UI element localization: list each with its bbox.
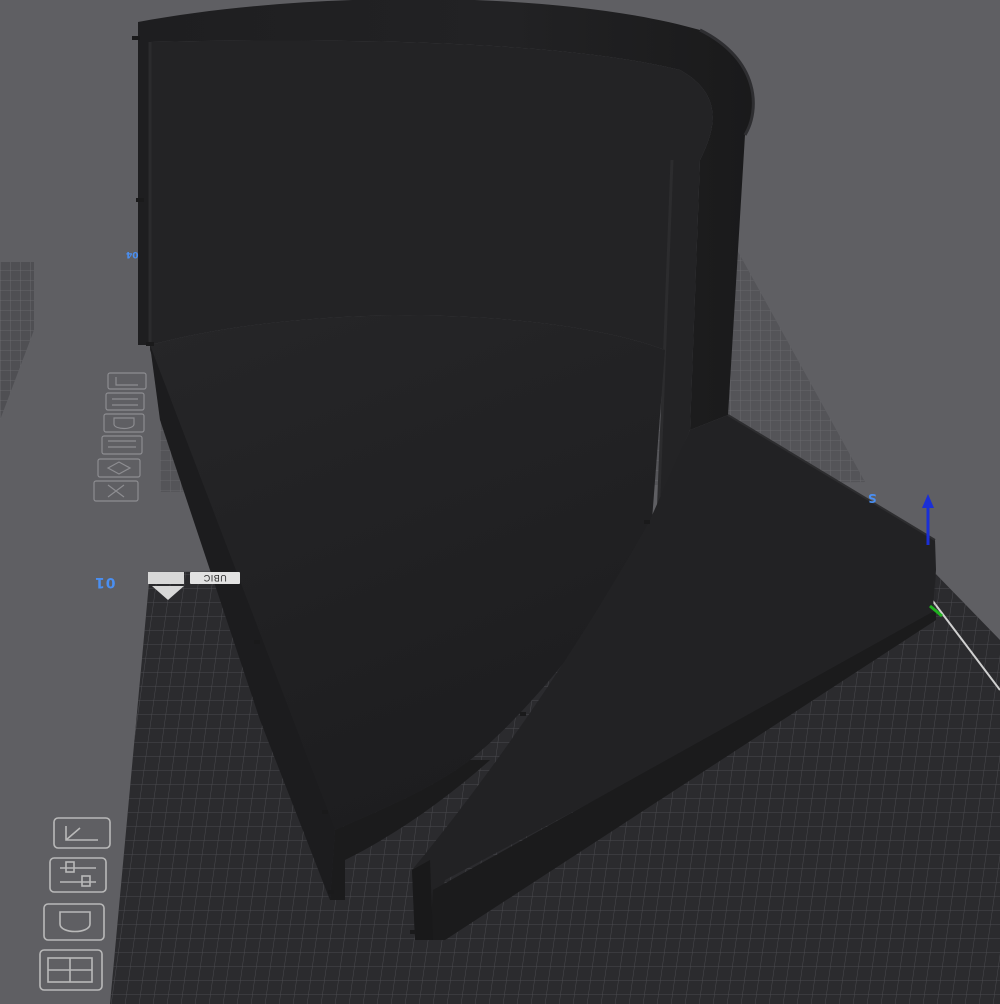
adjust-sliders-icon[interactable] — [49, 857, 107, 893]
plate-toolbar-front — [39, 817, 111, 991]
3d-viewport[interactable]: 01 04 S UBIC — [0, 0, 1000, 1004]
layout-icon[interactable] — [39, 949, 103, 991]
arrange-icon[interactable] — [107, 372, 147, 390]
plate-number-back: 04 — [126, 249, 139, 259]
plate-brand-tag: UBIC — [190, 572, 240, 584]
layout-icon[interactable] — [101, 435, 143, 455]
adjust-sliders-icon[interactable] — [105, 392, 145, 411]
close-icon[interactable] — [93, 480, 139, 502]
support-icon[interactable] — [103, 413, 145, 433]
plate-number-front: 01 — [94, 574, 116, 590]
support-icon[interactable] — [43, 903, 105, 941]
orient-icon[interactable] — [97, 458, 141, 478]
scene-canvas — [0, 0, 1000, 1004]
plate-toolbar-back — [93, 372, 147, 502]
plate-side-label: S — [868, 491, 877, 505]
arrange-icon[interactable] — [53, 817, 111, 849]
z-axis-arrow-icon — [922, 494, 934, 508]
